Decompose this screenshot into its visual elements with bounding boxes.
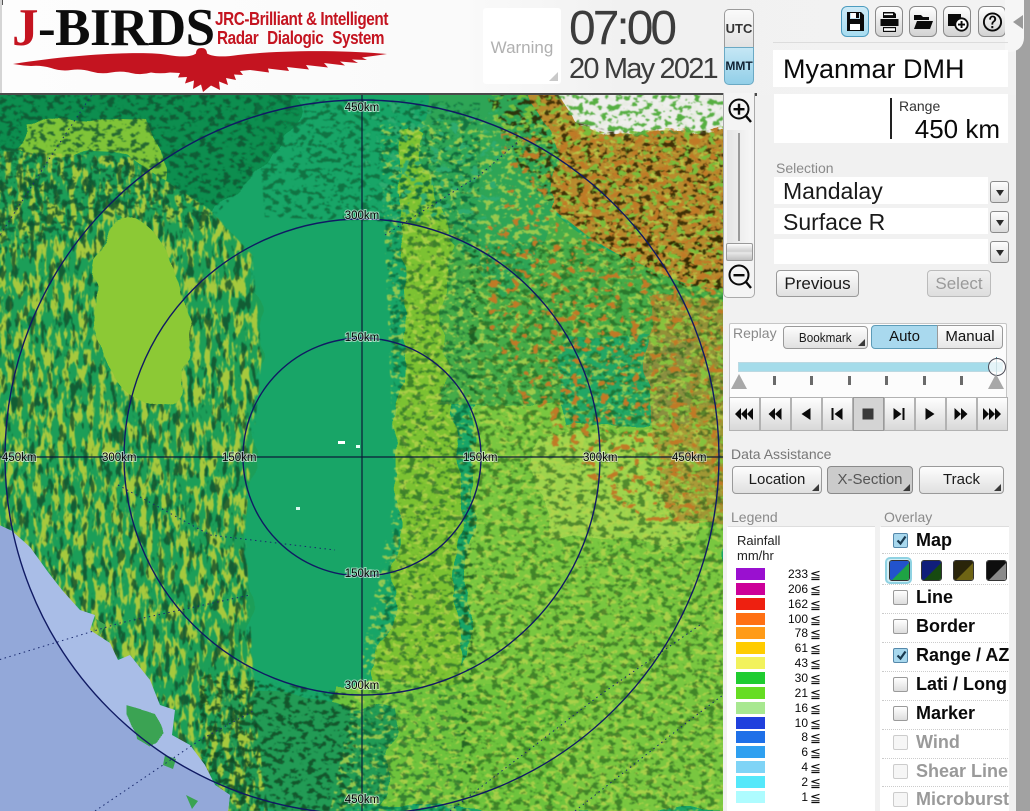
svg-text:450km: 450km bbox=[672, 452, 707, 464]
svg-text:450km: 450km bbox=[345, 102, 380, 114]
svg-text:300km: 300km bbox=[583, 452, 618, 464]
svg-text:450km: 450km bbox=[2, 452, 37, 464]
svg-text:300km: 300km bbox=[345, 680, 380, 692]
svg-text:150km: 150km bbox=[463, 452, 498, 464]
svg-text:150km: 150km bbox=[222, 452, 257, 464]
svg-text:150km: 150km bbox=[345, 568, 380, 580]
svg-text:450km: 450km bbox=[345, 794, 380, 806]
svg-text:300km: 300km bbox=[345, 210, 380, 222]
svg-text:150km: 150km bbox=[345, 332, 380, 344]
svg-text:300km: 300km bbox=[102, 452, 137, 464]
